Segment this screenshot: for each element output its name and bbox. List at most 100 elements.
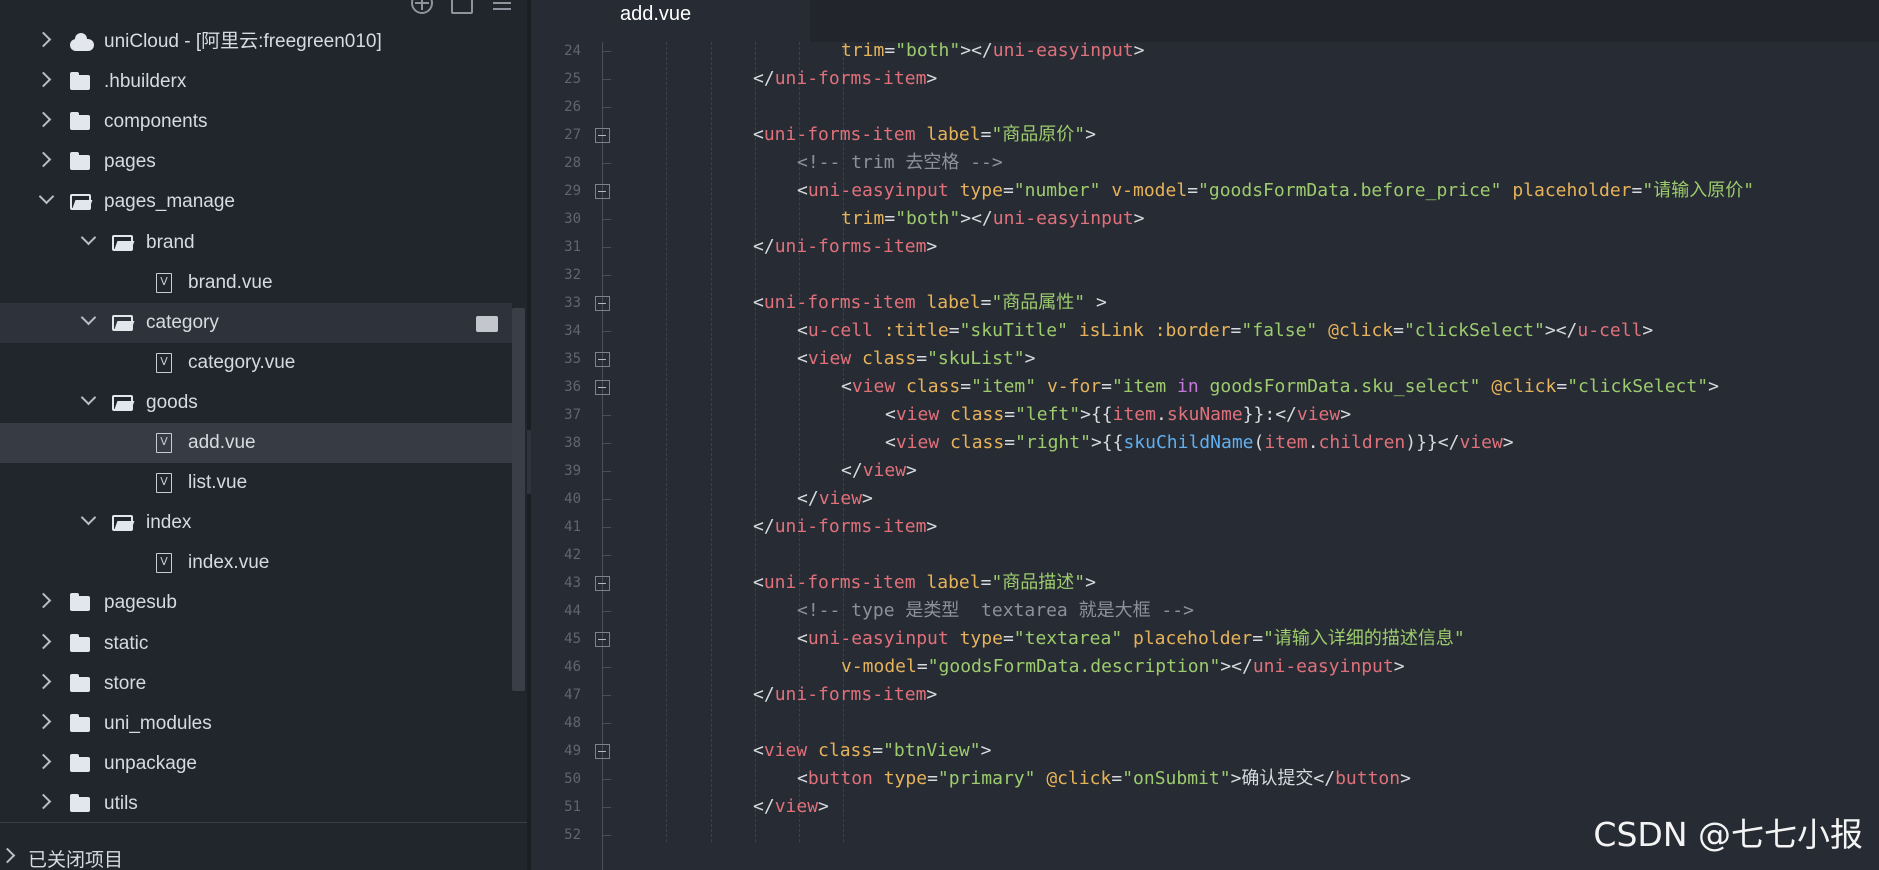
code-editor[interactable]: 24 trim="both"></uni-easyinput> 25 </uni-fo… bbox=[531, 42, 1879, 870]
menu-icon[interactable] bbox=[491, 0, 513, 14]
code-token: > bbox=[926, 236, 938, 257]
tree-item[interactable]: Vcategory.vue bbox=[0, 343, 512, 383]
tree-item[interactable]: pages_manage bbox=[0, 182, 512, 222]
code-token: placeholder bbox=[1512, 180, 1632, 201]
tree-item[interactable]: index bbox=[0, 503, 512, 543]
fold-tick bbox=[602, 443, 611, 444]
code-line[interactable]: <uni-easyinput type="number" v-model="go… bbox=[797, 177, 1754, 205]
code-token: . bbox=[1155, 404, 1167, 425]
code-token: "both" bbox=[895, 208, 961, 229]
tree-item[interactable]: .hbuilderx bbox=[0, 62, 512, 102]
code-line[interactable]: </uni-forms-item> bbox=[753, 65, 937, 93]
code-line[interactable]: <uni-forms-item label="商品原价"> bbox=[753, 121, 1096, 149]
code-token: ></ bbox=[960, 208, 993, 229]
code-line[interactable]: trim="both"></uni-easyinput> bbox=[841, 42, 1144, 65]
closed-projects-section[interactable]: 已关闭项目 bbox=[0, 822, 527, 870]
code-line[interactable]: <button type="primary" @click="onSubmit"… bbox=[797, 765, 1411, 793]
tab-add-vue[interactable]: add.vue bbox=[531, 0, 810, 42]
chevron-down-icon[interactable] bbox=[80, 389, 97, 406]
code-token: "clickSelect" bbox=[1567, 376, 1709, 397]
code-token: = bbox=[960, 376, 972, 397]
chevron-right-icon[interactable] bbox=[35, 71, 52, 88]
code-line[interactable]: <!-- trim 去空格 --> bbox=[797, 149, 1003, 177]
code-line[interactable]: </uni-forms-item> bbox=[753, 233, 937, 261]
tree-item[interactable]: Vbrand.vue bbox=[0, 263, 512, 303]
chevron-down-icon[interactable] bbox=[80, 509, 97, 526]
editor-tab-bar: add.vue bbox=[531, 0, 1879, 42]
chevron-right-icon[interactable] bbox=[35, 713, 52, 729]
chevron-right-icon[interactable] bbox=[35, 593, 52, 609]
folder-action-icon[interactable] bbox=[476, 315, 498, 332]
code-token: = bbox=[980, 292, 992, 313]
tree-item[interactable]: Vlist.vue bbox=[0, 463, 512, 503]
tree-item[interactable]: pages bbox=[0, 142, 512, 182]
tree-item[interactable]: utils bbox=[0, 784, 512, 824]
tree-item[interactable]: unpackage bbox=[0, 744, 512, 784]
tree-item[interactable]: Vindex.vue bbox=[0, 543, 512, 583]
code-token: </ bbox=[841, 460, 863, 481]
fold-toggle-icon[interactable] bbox=[595, 296, 610, 311]
tree-item[interactable]: goods bbox=[0, 383, 512, 423]
code-token: >确认提交</ bbox=[1230, 768, 1336, 789]
code-line[interactable]: <view class="btnView"> bbox=[753, 737, 991, 765]
vue-file-icon: V bbox=[156, 553, 172, 574]
code-line[interactable]: <uni-easyinput type="textarea" placehold… bbox=[797, 625, 1465, 653]
crosshair-icon[interactable] bbox=[411, 0, 433, 14]
line-number: 43 bbox=[564, 575, 581, 591]
fold-toggle-icon[interactable] bbox=[595, 352, 610, 367]
code-line[interactable]: </view> bbox=[753, 793, 829, 821]
chevron-right-icon[interactable] bbox=[35, 111, 52, 128]
chevron-right-icon[interactable] bbox=[35, 673, 52, 689]
chevron-right-icon[interactable] bbox=[35, 633, 52, 649]
tree-item[interactable]: category bbox=[0, 302, 512, 343]
chevron-right-icon[interactable] bbox=[35, 31, 52, 48]
code-token: ></ bbox=[1220, 656, 1253, 677]
tree-item[interactable]: uni_modules bbox=[0, 704, 512, 744]
chevron-right-icon[interactable] bbox=[35, 152, 52, 168]
code-line[interactable]: </view> bbox=[797, 485, 873, 513]
fold-toggle-icon[interactable] bbox=[595, 632, 610, 647]
tree-item[interactable]: store bbox=[0, 664, 512, 704]
tree-item[interactable]: pagesub bbox=[0, 583, 512, 623]
chevron-down-icon[interactable] bbox=[38, 189, 55, 205]
tree-item[interactable]: Vadd.vue bbox=[0, 423, 512, 463]
code-token: > bbox=[1502, 432, 1514, 453]
line-number: 27 bbox=[564, 127, 581, 143]
fold-tick bbox=[602, 667, 611, 668]
tree-item[interactable]: static bbox=[0, 624, 512, 664]
code-token: = bbox=[1004, 404, 1016, 425]
fold-toggle-icon[interactable] bbox=[595, 380, 610, 395]
code-line[interactable]: <view class="left">{{item.skuName}}:</vi… bbox=[885, 401, 1351, 429]
code-line[interactable]: <view class="item" v-for="item in goodsF… bbox=[841, 373, 1719, 401]
tree-item[interactable]: components bbox=[0, 102, 512, 142]
fold-toggle-icon[interactable] bbox=[595, 184, 610, 199]
code-line[interactable]: </uni-forms-item> bbox=[753, 513, 937, 541]
code-line[interactable]: </uni-forms-item> bbox=[753, 681, 937, 709]
code-line[interactable]: <u-cell :title="skuTitle" isLink :border… bbox=[797, 317, 1653, 345]
copy-icon[interactable] bbox=[451, 0, 473, 14]
code-line[interactable]: </view> bbox=[841, 457, 917, 485]
code-line[interactable]: trim="both"></uni-easyinput> bbox=[841, 205, 1144, 233]
code-line[interactable]: <uni-forms-item label="商品属性" > bbox=[753, 289, 1107, 317]
code-token: view bbox=[895, 404, 940, 425]
chevron-down-icon[interactable] bbox=[80, 229, 97, 245]
chevron-down-icon[interactable] bbox=[80, 309, 97, 325]
code-line[interactable]: v-model="goodsFormData.description"></un… bbox=[841, 653, 1405, 681]
fold-toggle-icon[interactable] bbox=[595, 744, 610, 759]
fold-toggle-icon[interactable] bbox=[595, 128, 610, 143]
code-line[interactable]: <view class="skuList"> bbox=[797, 345, 1035, 373]
fold-toggle-icon[interactable] bbox=[595, 576, 610, 591]
chevron-right-icon[interactable] bbox=[35, 753, 52, 770]
sidebar-scrollbar[interactable] bbox=[512, 308, 525, 691]
code-token: skuName bbox=[1166, 404, 1243, 425]
code-line[interactable]: <!-- type 是类型 textarea 就是大框 --> bbox=[797, 597, 1194, 625]
code-line[interactable]: <view class="right">{{skuChildName(item.… bbox=[885, 429, 1514, 457]
code-line[interactable]: <uni-forms-item label="商品描述"> bbox=[753, 569, 1096, 597]
code-token: = bbox=[872, 740, 884, 761]
tree-item[interactable]: uniCloud - [阿里云:freegreen010] bbox=[0, 22, 512, 62]
chevron-right-icon[interactable] bbox=[35, 793, 52, 810]
line-number: 36 bbox=[564, 379, 581, 395]
tree-item[interactable]: brand bbox=[0, 223, 512, 263]
folder-open-icon bbox=[112, 394, 133, 411]
